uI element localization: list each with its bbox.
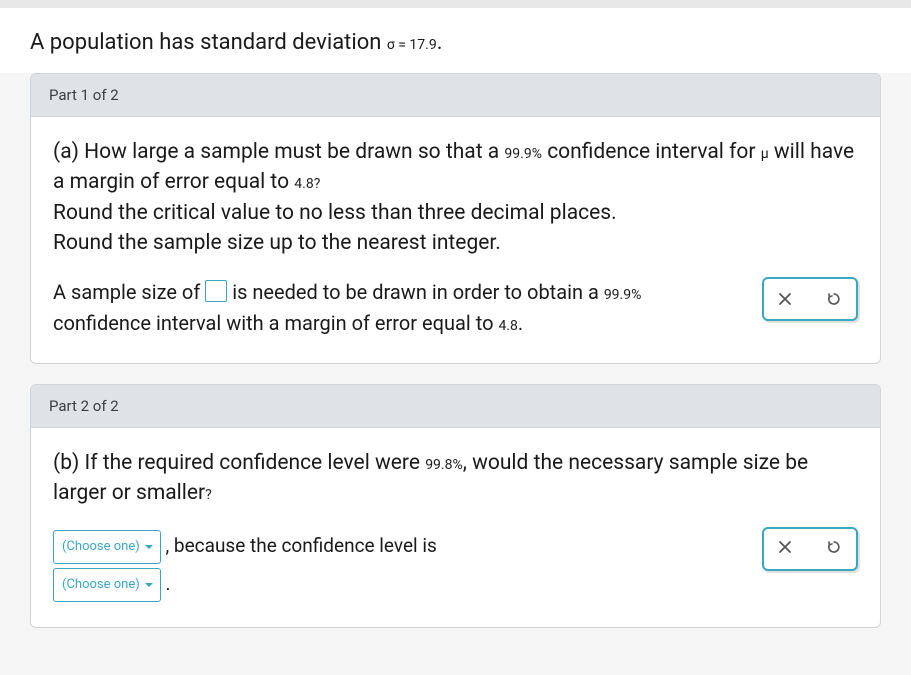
part-2-answer-row: (Choose one) , because the confidence le…	[53, 527, 858, 603]
ans2-mid1: , because the confidence level is	[161, 534, 437, 557]
q1-line2: Round the critical value to no less than…	[53, 201, 617, 225]
q2-a: (b) If the required confidence level wer…	[53, 451, 425, 475]
intro-suffix: .	[437, 30, 443, 55]
ans1-conf: 99.9%	[604, 287, 642, 303]
problem-intro: A population has standard deviation σ = …	[0, 8, 911, 73]
ans2-mid2: .	[161, 572, 171, 595]
clear-button-2[interactable]	[778, 539, 792, 558]
part-2-answer-flow: (Choose one) , because the confidence le…	[53, 527, 742, 603]
mu-symbol: μ	[761, 146, 769, 162]
q1-moe: 4.8?	[294, 176, 320, 192]
q2-conf: 99.8%	[425, 457, 463, 473]
clear-button[interactable]	[778, 292, 792, 306]
part-2-body: (b) If the required confidence level wer…	[31, 428, 880, 627]
part-1-card: Part 1 of 2 (a) How large a sample must …	[30, 73, 881, 364]
part-1-toolbox	[762, 277, 858, 321]
dropdown-size[interactable]: (Choose one)	[53, 530, 161, 564]
dropdown-reason-label: (Choose one)	[62, 572, 140, 598]
reset-button-2[interactable]	[826, 539, 842, 559]
part-2-card: Part 2 of 2 (b) If the required confiden…	[30, 384, 881, 628]
q1-confidence: 99.9%	[504, 146, 542, 162]
dropdown-reason[interactable]: (Choose one)	[53, 568, 161, 602]
part-1-header: Part 1 of 2	[31, 74, 880, 117]
q1-line3: Round the sample size up to the nearest …	[53, 231, 501, 255]
intro-prefix: A population has standard deviation	[30, 30, 387, 55]
x-icon	[778, 540, 792, 554]
sigma-expression: σ = 17.9	[387, 37, 437, 53]
x-icon	[778, 292, 792, 306]
ans1-a: A sample size of	[53, 280, 205, 304]
part-2-toolbox	[762, 527, 858, 571]
dropdown-size-label: (Choose one)	[62, 534, 140, 560]
ans1-c: confidence interval with a margin of err…	[53, 311, 498, 335]
part-1-answer-row: A sample size of is needed to be drawn i…	[53, 277, 858, 339]
reset-button[interactable]	[826, 291, 842, 307]
q1-text-b: confidence interval for	[542, 140, 761, 164]
part-1-body: (a) How large a sample must be drawn so …	[31, 117, 880, 363]
part-2-question: (b) If the required confidence level wer…	[53, 448, 858, 509]
chevron-down-icon	[144, 542, 154, 552]
ans1-d: .	[518, 311, 523, 335]
ans1-moe: 4.8	[498, 318, 517, 334]
sample-size-input[interactable]	[205, 280, 227, 302]
chevron-down-icon	[144, 580, 154, 590]
part-1-answer-text: A sample size of is needed to be drawn i…	[53, 277, 742, 339]
q2-c: ?	[205, 487, 212, 503]
q1-text-a: (a) How large a sample must be drawn so …	[53, 140, 504, 164]
part-1-question: (a) How large a sample must be drawn so …	[53, 137, 858, 259]
reset-icon	[826, 539, 842, 555]
top-bar	[0, 0, 911, 8]
ans1-b: is needed to be drawn in order to obtain…	[227, 280, 604, 304]
part-2-header: Part 2 of 2	[31, 385, 880, 428]
reset-icon	[826, 291, 842, 307]
